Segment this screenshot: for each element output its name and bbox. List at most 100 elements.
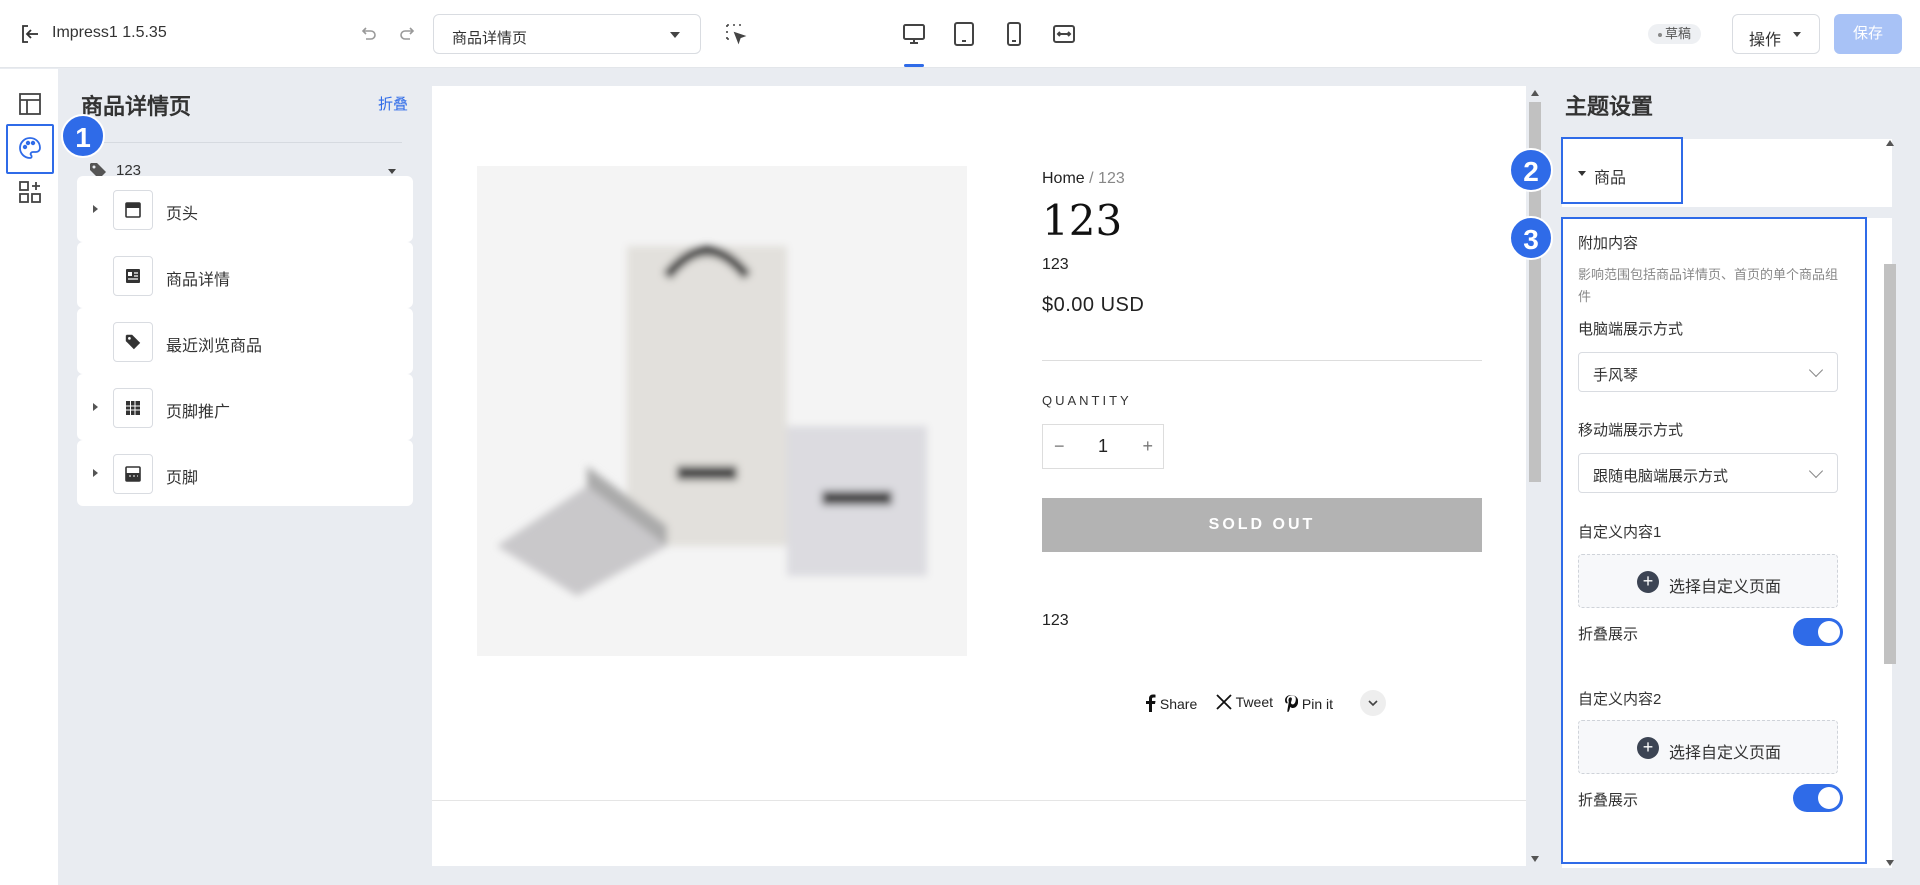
pinterest-icon [1285, 695, 1299, 713]
section-header[interactable]: 页头 [77, 176, 413, 242]
desktop-display-label: 电脑端展示方式 [1578, 321, 1684, 338]
breadcrumb-home[interactable]: Home [1042, 170, 1085, 187]
top-bar: Impress1 1.5.35 商品详情页 草稿 操作 保存 [0, 0, 1920, 68]
section-label: 页脚推广 [166, 404, 231, 421]
chevron-down-icon [1368, 700, 1378, 707]
fold-display-2-label: 折叠展示 [1578, 792, 1639, 809]
save-button[interactable]: 保存 [1834, 14, 1902, 54]
facebook-icon [1146, 694, 1156, 712]
fold-display-1-toggle[interactable] [1793, 618, 1843, 646]
divider [1042, 360, 1482, 361]
section-label: 最近浏览商品 [166, 338, 263, 355]
chevron-down-icon [670, 32, 680, 38]
left-rail [0, 69, 58, 885]
sidebar: 商品详情页 折叠 123 页头 商品详情 最近浏览商品 页脚推广 页脚 [58, 69, 422, 885]
page-select[interactable]: 商品详情页 [433, 14, 701, 54]
tag-icon [113, 322, 153, 362]
divider [432, 800, 1526, 801]
tablet-view-icon[interactable] [950, 20, 978, 48]
select-custom-page-button-2[interactable]: + 选择自定义页面 [1578, 720, 1838, 774]
scroll-down-icon[interactable] [1886, 860, 1894, 866]
chevron-down-icon [1808, 362, 1824, 378]
scroll-up-icon[interactable] [1531, 90, 1539, 96]
expand-arrow-icon[interactable] [93, 403, 98, 411]
mobile-view-icon[interactable] [1000, 20, 1028, 48]
product-price: $0.00 USD [1042, 294, 1145, 316]
x-icon [1216, 694, 1232, 710]
product-description: 123 [1042, 612, 1069, 629]
operations-button[interactable]: 操作 [1732, 14, 1820, 54]
scrollbar-thumb[interactable] [1884, 264, 1896, 664]
section-product-detail[interactable]: 商品详情 [77, 242, 413, 308]
mobile-display-label: 移动端展示方式 [1578, 422, 1684, 439]
share-pinterest[interactable]: Pin it [1284, 694, 1333, 713]
header-icon [113, 190, 153, 230]
product-image [477, 166, 967, 656]
share-facebook[interactable]: Share [1144, 694, 1197, 712]
panel-title: 主题设置 [1565, 94, 1654, 119]
settings-scrollbar[interactable] [1882, 140, 1898, 866]
share-more-button[interactable] [1360, 690, 1386, 716]
custom-content-1-label: 自定义内容1 [1578, 524, 1662, 541]
fold-display-2-toggle[interactable] [1793, 784, 1843, 812]
collapse-link[interactable]: 折叠 [378, 93, 408, 114]
addon-hint: 影响范围包括商品详情页、首页的单个商品组件 [1578, 267, 1839, 304]
add-component-icon[interactable] [17, 179, 43, 205]
desktop-display-select[interactable]: 手风琴 [1578, 352, 1838, 392]
section-recently-viewed[interactable]: 最近浏览商品 [77, 308, 413, 374]
active-device-indicator [904, 64, 924, 67]
footer-icon [113, 454, 153, 494]
divider [80, 142, 402, 143]
product-title: 123 [1042, 196, 1123, 245]
section-label: 页头 [166, 206, 199, 223]
breadcrumb: Home / 123 [1042, 170, 1125, 188]
step-marker-3: 3 [1509, 216, 1553, 260]
section-footer-promo[interactable]: 页脚推广 [77, 374, 413, 440]
expand-arrow-icon[interactable] [93, 205, 98, 213]
desktop-view-icon[interactable] [900, 20, 928, 48]
share-x[interactable]: Tweet [1216, 694, 1273, 710]
rail-selection-highlight [6, 124, 54, 174]
select-element-icon[interactable] [724, 22, 748, 46]
select-custom-page-button-1[interactable]: + 选择自定义页面 [1578, 554, 1838, 608]
product-detail-icon [113, 256, 153, 296]
group-highlight [1561, 137, 1683, 204]
exit-icon[interactable] [18, 22, 42, 46]
fold-display-1-label: 折叠展示 [1578, 626, 1639, 643]
section-label: 页脚 [166, 470, 199, 487]
fullscreen-view-icon[interactable] [1050, 20, 1078, 48]
caret-down-icon [1793, 32, 1801, 37]
product-vendor: 123 [1042, 256, 1069, 273]
plus-circle-icon: + [1637, 737, 1659, 759]
undo-icon[interactable] [358, 24, 378, 44]
grid-icon [113, 388, 153, 428]
custom-content-2-label: 自定义内容2 [1578, 691, 1662, 708]
step-marker-2: 2 [1509, 148, 1553, 192]
breadcrumb-current: 123 [1098, 170, 1125, 187]
section-label: 商品详情 [166, 272, 231, 289]
plus-circle-icon: + [1637, 571, 1659, 593]
breadcrumb-separator: / [1089, 170, 1094, 187]
quantity-stepper[interactable]: − 1 + [1042, 424, 1164, 469]
settings-content: 附加内容 影响范围包括商品详情页、首页的单个商品组件 电脑端展示方式 手风琴 移… [1562, 218, 1892, 868]
app-title: Impress1 1.5.35 [52, 24, 167, 41]
sold-out-button[interactable]: SOLD OUT [1042, 498, 1482, 552]
layout-icon[interactable] [17, 91, 43, 117]
scroll-down-icon[interactable] [1531, 856, 1539, 862]
mobile-display-select[interactable]: 跟随电脑端展示方式 [1578, 453, 1838, 493]
preview-canvas: Home / 123 123 123 $0.00 USD QUANTITY − … [432, 86, 1526, 866]
canvas-scrollbar[interactable] [1527, 86, 1543, 866]
page-select-value: 商品详情页 [452, 30, 528, 47]
scroll-up-icon[interactable] [1886, 140, 1894, 146]
sidebar-title: 商品详情页 [81, 94, 192, 119]
expand-arrow-icon[interactable] [93, 469, 98, 477]
addon-title: 附加内容 [1578, 235, 1639, 252]
caret-down-icon[interactable] [388, 169, 396, 174]
plus-icon[interactable]: + [1142, 436, 1153, 457]
quantity-label: QUANTITY [1042, 393, 1132, 408]
chevron-down-icon [1808, 463, 1824, 479]
redo-icon[interactable] [398, 24, 418, 44]
theme-settings-panel: 主题设置 商品 附加内容 影响范围包括商品详情页、首页的单个商品组件 电脑端展示… [1548, 69, 1920, 885]
section-footer[interactable]: 页脚 [77, 440, 413, 506]
step-marker-1: 1 [61, 114, 105, 158]
